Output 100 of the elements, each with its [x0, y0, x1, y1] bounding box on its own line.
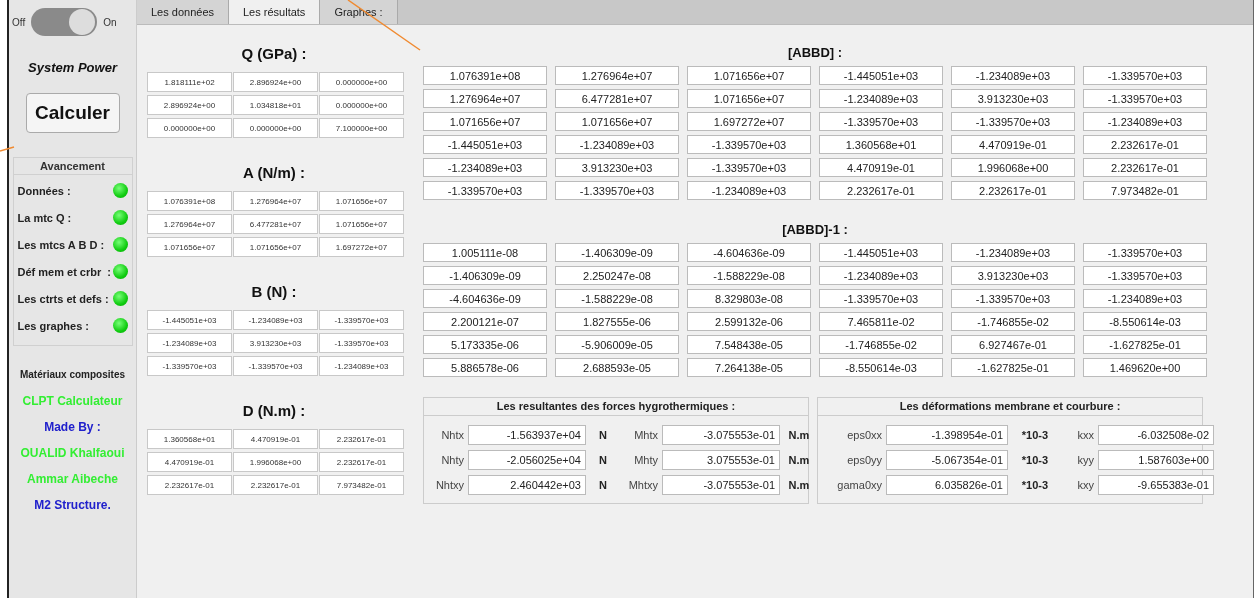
- matrix-cell: -1.234089e+03: [951, 66, 1075, 85]
- matrix-title: [ABBD]-1 :: [781, 222, 849, 237]
- value-field[interactable]: 2.460442e+03: [468, 474, 586, 495]
- matrix-cell: 7.973482e-01: [1083, 181, 1207, 200]
- credit-text: CLPT Calculateur: [22, 393, 123, 409]
- value-field[interactable]: -1.398954e-01: [886, 424, 1008, 445]
- tab[interactable]: Les résultats: [229, 0, 321, 24]
- matrix-cell: -1.339570e+03: [687, 158, 811, 177]
- unit-label: *10-3: [1020, 453, 1050, 466]
- matrix-cell: 1.996068e+00: [951, 158, 1075, 177]
- matrix-cell: 1.034818e+01: [233, 95, 318, 115]
- matrix-cell: -1.234089e+03: [819, 89, 943, 108]
- matrix-cell: 2.896924e+00: [147, 95, 232, 115]
- matrix-cell: -1.445051e+03: [147, 310, 232, 330]
- matrix-cell: 7.973482e-01: [319, 475, 404, 495]
- matrix-title: B (N) :: [250, 283, 298, 300]
- group-title: Les déformations membrane et courbure :: [818, 398, 1202, 416]
- matrix-cell: -1.339570e+03: [319, 310, 404, 330]
- matrix-cell: 2.250247e-08: [555, 266, 679, 285]
- matrix-cell: 5.886578e-06: [423, 358, 547, 377]
- field-label: kyy: [1076, 453, 1094, 466]
- matrix-cell: -1.588229e-08: [687, 266, 811, 285]
- matrix-cell: 0.000000e+00: [147, 118, 232, 138]
- calculate-button[interactable]: Calculer: [25, 93, 120, 133]
- value-field[interactable]: -5.067354e-01: [886, 449, 1008, 470]
- progress-label: Les ctrts et defs :: [17, 292, 109, 305]
- matrix-cell: -1.746855e-02: [819, 335, 943, 354]
- matrix-cell: 0.000000e+00: [319, 72, 404, 92]
- tab[interactable]: Les données: [137, 0, 229, 24]
- matrix-cell: 2.232617e-01: [147, 475, 232, 495]
- matrix-cell: -1.339570e+03: [819, 289, 943, 308]
- matrix-cell: -1.339570e+03: [147, 356, 232, 376]
- progress-label: La mtc Q :: [17, 211, 72, 224]
- matrix-cell: 3.913230e+03: [951, 89, 1075, 108]
- unit-label: N.m: [787, 428, 811, 441]
- matrix-cell: -5.906009e-05: [555, 335, 679, 354]
- matrix-title: [ABBD] :: [786, 45, 844, 60]
- matrix-cell: -1.234089e+03: [951, 243, 1075, 262]
- group-title: Les resultantes des forces hygrothermiques :: [424, 398, 808, 416]
- value-field[interactable]: 1.587603e+00: [1098, 449, 1214, 470]
- matrix-cell: -1.746855e-02: [951, 312, 1075, 331]
- matrix-cell: -1.234089e+03: [319, 356, 404, 376]
- matrix-cell: 2.232617e-01: [319, 429, 404, 449]
- matrix-cell: -1.234089e+03: [423, 158, 547, 177]
- progress-label: Les graphes :: [17, 319, 90, 332]
- power-label: System Power: [28, 60, 117, 75]
- power-switch[interactable]: [31, 8, 98, 36]
- value-field[interactable]: -1.563937e+04: [468, 424, 586, 445]
- matrix-cell: 1.071656e+07: [233, 237, 318, 257]
- unit-label: N.m: [787, 478, 811, 491]
- matrix-cell: -1.339570e+03: [687, 135, 811, 154]
- matrix-cell: -1.234089e+03: [555, 135, 679, 154]
- matrix-cell: 1.276964e+07: [147, 214, 232, 234]
- value-field[interactable]: -6.032508e-02: [1098, 424, 1214, 445]
- matrix-cell: 4.470919e-01: [233, 429, 318, 449]
- matrix-cell: -4.604636e-09: [687, 243, 811, 262]
- matrix-cell: -1.339570e+03: [1083, 243, 1207, 262]
- matrix-cell: 1.697272e+07: [687, 112, 811, 131]
- matrix-cell: -1.339570e+03: [555, 181, 679, 200]
- matrix-cell: 2.232617e-01: [819, 181, 943, 200]
- progress-title: Avancement: [13, 158, 132, 175]
- field-label: Nhtx: [440, 428, 464, 441]
- unit-label: N: [598, 478, 608, 491]
- matrix-cell: 1.071656e+07: [423, 112, 547, 131]
- progress-label: Déf mem et crbr :: [17, 265, 112, 278]
- matrix-cell: -1.339570e+03: [819, 112, 943, 131]
- matrix-title: A (N/m) :: [242, 164, 306, 181]
- matrix-cell: -1.339570e+03: [1083, 66, 1207, 85]
- value-field[interactable]: 3.075553e-01: [662, 449, 780, 470]
- matrix-cell: 1.360568e+01: [819, 135, 943, 154]
- value-field[interactable]: -3.075553e-01: [662, 474, 780, 495]
- matrix-cell: 2.896924e+00: [233, 72, 318, 92]
- matrix-cell: 4.470919e-01: [147, 452, 232, 472]
- matrix-cell: -1.627825e-01: [951, 358, 1075, 377]
- value-field[interactable]: -9.655383e-01: [1098, 474, 1214, 495]
- value-field[interactable]: 6.035826e-01: [886, 474, 1008, 495]
- matrix-cell: 3.913230e+03: [233, 333, 318, 353]
- matrix-cell: 1.697272e+07: [319, 237, 404, 257]
- field-label: Nhtxy: [434, 478, 464, 491]
- value-field[interactable]: -2.056025e+04: [468, 449, 586, 470]
- matrix-cell: 1.071656e+07: [147, 237, 232, 257]
- matrix-cell: 2.232617e-01: [951, 181, 1075, 200]
- matrix-cell: 2.232617e-01: [319, 452, 404, 472]
- matrix-cell: -1.339570e+03: [1083, 89, 1207, 108]
- field-label: gama0xy: [836, 478, 882, 491]
- matrix-cell: -8.550614e-03: [819, 358, 943, 377]
- matrix-cell: 2.599132e-06: [687, 312, 811, 331]
- matrix-cell: 0.000000e+00: [233, 118, 318, 138]
- matrix-cell: -1.406309e-09: [555, 243, 679, 262]
- matrix-cell: 1.360568e+01: [147, 429, 232, 449]
- matrix-cell: -1.445051e+03: [819, 243, 943, 262]
- matrix-cell: -1.339570e+03: [319, 333, 404, 353]
- matrix-cell: 1.071656e+07: [555, 112, 679, 131]
- value-field[interactable]: -3.075553e-01: [662, 424, 780, 445]
- unit-label: *10-3: [1020, 478, 1050, 491]
- matrix-cell: -8.550614e-03: [1083, 312, 1207, 331]
- matrix-cell: -1.234089e+03: [1083, 112, 1207, 131]
- matrix-cell: 6.477281e+07: [555, 89, 679, 108]
- matrix-cell: -4.604636e-09: [423, 289, 547, 308]
- matrix-cell: 7.264138e-05: [687, 358, 811, 377]
